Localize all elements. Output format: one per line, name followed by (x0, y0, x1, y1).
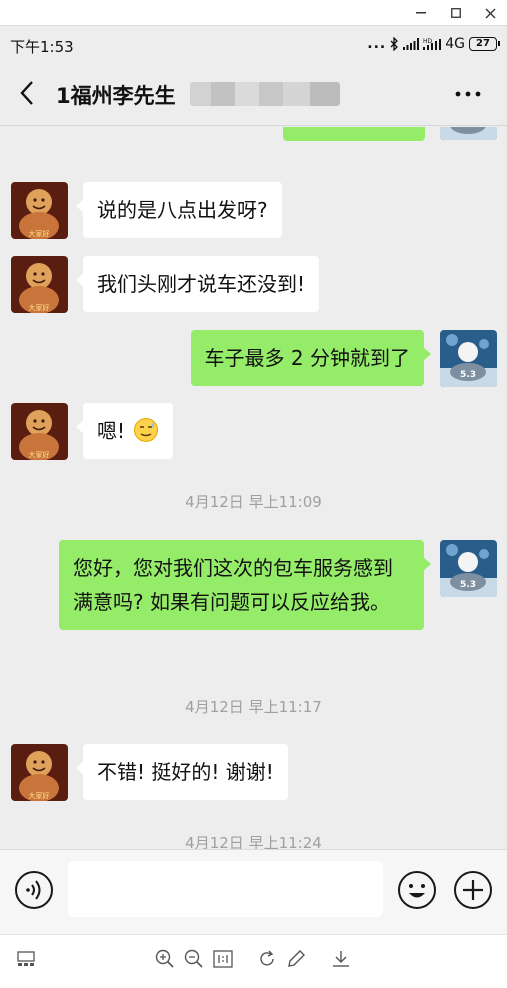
chat-header: 1福州李先生 (0, 62, 507, 126)
minimize-icon[interactable] (404, 0, 438, 26)
avatar-contact[interactable]: 大家好 (11, 403, 68, 460)
actual-size-button[interactable] (211, 947, 235, 971)
message-text: 说的是八点出发呀? (97, 198, 268, 222)
message-text: 您好，您对我们这次的包车服务感到满意吗? 如果有问题可以反应给我。 (73, 556, 393, 614)
close-icon[interactable] (473, 0, 507, 26)
bluetooth-icon (390, 37, 399, 51)
message-bubble[interactable]: 不错! 挺好的! 谢谢! (76, 744, 288, 800)
gallery-icon (17, 951, 35, 966)
input-bar (0, 849, 507, 934)
avatar-caption: 5.3 (460, 370, 476, 380)
back-button[interactable] (10, 76, 44, 110)
voice-button[interactable] (14, 870, 54, 910)
rotate-icon (260, 950, 274, 966)
rotate-button[interactable] (255, 947, 279, 971)
edit-button[interactable] (284, 947, 308, 971)
status-icons: ... HD 4G 27 (367, 35, 500, 53)
message-bubble[interactable]: 说的是八点出发呀? (76, 182, 282, 238)
status-time: 下午1:53 (10, 38, 74, 56)
message-input[interactable] (68, 861, 383, 917)
message-text: 我们头刚才说车还没到! (97, 272, 306, 296)
maximize-icon[interactable] (439, 0, 473, 26)
viewer-toolbar (0, 934, 507, 988)
avatar-self[interactable]: 5.3 (440, 540, 497, 597)
download-button[interactable] (329, 947, 353, 971)
zoom-out-button[interactable] (182, 947, 206, 971)
network-type: 4G (445, 36, 465, 52)
sweat-smile-emoji-icon (134, 418, 159, 442)
hd-signal-icon: HD (423, 38, 442, 50)
avatar-self[interactable]: 5.3 (440, 330, 497, 387)
zoom-in-button[interactable] (153, 947, 177, 971)
redacted-mosaic (190, 82, 340, 106)
actual-size-icon (213, 950, 233, 968)
window-title-bar (0, 0, 507, 26)
download-icon (333, 951, 349, 967)
phone-screen: 下午1:53 ... HD 4G 27 1福州李先生 大家好 说的是八点出发呀?… (0, 26, 507, 934)
message-list[interactable]: 大家好 说的是八点出发呀? 大家好 我们头刚才说车还没到! 车子最多 2 分钟就… (0, 127, 507, 849)
message-bubble[interactable]: 车子最多 2 分钟就到了 (190, 330, 432, 386)
more-dots: ... (367, 36, 387, 52)
avatar-caption: 大家好 (29, 303, 50, 312)
message-bubble[interactable]: 我们头刚才说车还没到! (75, 256, 320, 312)
message-text: 不错! 挺好的! 谢谢! (97, 760, 274, 784)
avatar-contact[interactable]: 大家好 (11, 256, 68, 313)
chevron-left-icon (20, 81, 33, 105)
timestamp: 4月12日 早上11:24 (185, 834, 322, 849)
signal-icon (403, 38, 420, 50)
message-text: 嗯! (97, 419, 126, 443)
pencil-icon (288, 950, 305, 967)
message-bubble[interactable]: 您好，您对我们这次的包车服务感到满意吗? 如果有问题可以反应给我。 (59, 540, 431, 630)
partial-message-bubble[interactable] (283, 127, 425, 141)
zoom-out-icon (184, 949, 203, 968)
emoji-icon (398, 871, 436, 909)
thumbnails-button[interactable] (14, 947, 38, 971)
avatar-caption: 5.3 (460, 580, 476, 590)
message-bubble[interactable]: 嗯! (75, 403, 174, 459)
status-bar: 下午1:53 ... HD 4G 27 (0, 26, 507, 62)
plus-circle-icon (454, 871, 492, 909)
timestamp: 4月12日 早上11:09 (185, 493, 322, 511)
avatar-contact[interactable]: 大家好 (11, 744, 68, 801)
emoji-button[interactable] (397, 870, 437, 910)
voice-icon (15, 871, 53, 909)
battery-icon: 27 (469, 37, 500, 51)
zoom-in-icon (155, 949, 174, 968)
more-horizontal-icon (455, 91, 481, 97)
more-button[interactable] (451, 82, 485, 106)
more-functions-button[interactable] (453, 870, 493, 910)
timestamp: 4月12日 早上11:17 (185, 698, 322, 716)
avatar-contact[interactable]: 大家好 (11, 182, 68, 239)
chat-title: 1福州李先生 (56, 84, 176, 108)
message-text: 车子最多 2 分钟就到了 (204, 346, 410, 370)
avatar-caption: 大家好 (29, 229, 50, 238)
avatar-caption: 大家好 (29, 791, 50, 800)
avatar-caption: 大家好 (29, 450, 50, 459)
avatar-self[interactable] (440, 127, 497, 140)
